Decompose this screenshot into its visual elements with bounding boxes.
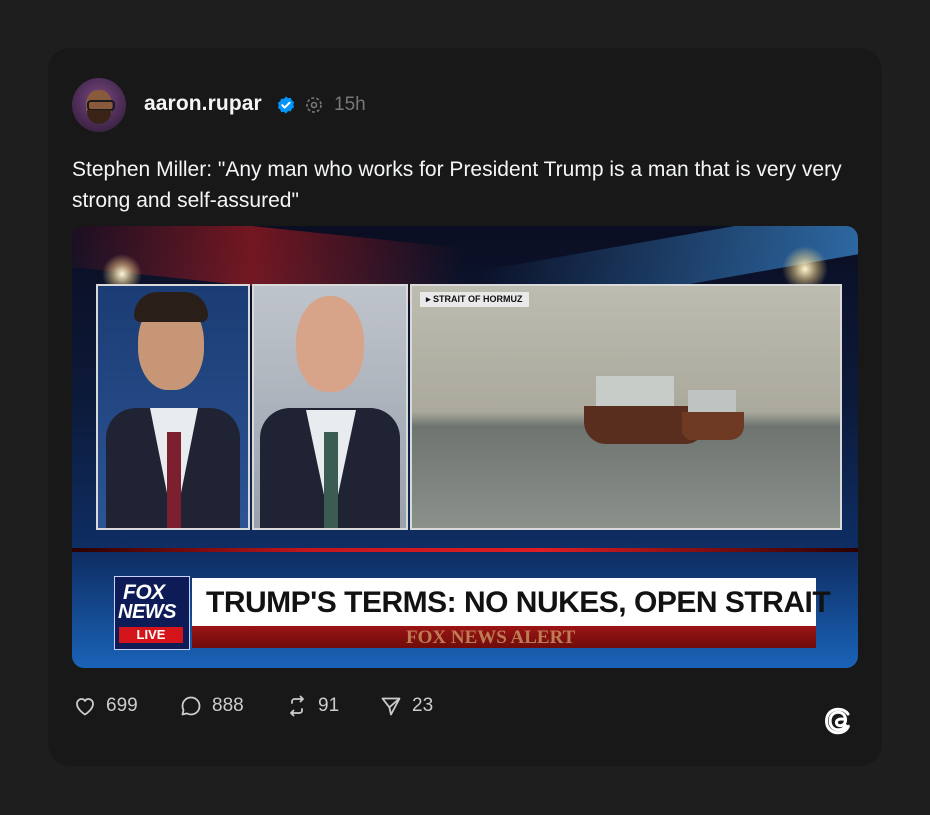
- host-tie: [167, 432, 181, 528]
- video-panel-guest: [252, 284, 408, 530]
- guest-head: [296, 296, 364, 392]
- repost-icon: [290, 695, 304, 717]
- reply-count: 888: [212, 695, 244, 716]
- host-hair: [134, 292, 208, 322]
- video-panel-host: [96, 284, 250, 530]
- alert-ticker-text: FOX NEWS ALERT: [406, 627, 576, 648]
- share-count: 23: [412, 695, 434, 716]
- username[interactable]: aaron.rupar: [144, 92, 262, 116]
- live-badge: LIVE: [119, 627, 183, 643]
- post-card[interactable]: aaron.rupar 15h Stephen Miller: "Any man…: [48, 48, 882, 766]
- chyron-headline: TRUMP'S TERMS: NO NUKES, OPEN STRAIT: [192, 578, 831, 626]
- threads-logo-icon[interactable]: [818, 701, 858, 741]
- ship-hull: [682, 412, 744, 440]
- comment-icon: [181, 696, 201, 716]
- share-button[interactable]: 23: [378, 692, 433, 720]
- location-tag: ▸ STRAIT OF HORMUZ: [420, 292, 529, 307]
- post-media-image[interactable]: ▸ STRAIT OF HORMUZ FOX NEWS LIVE TRUMP'S…: [72, 226, 858, 668]
- guest-tie: [324, 432, 338, 528]
- avatar[interactable]: [72, 78, 126, 132]
- alert-ticker: FOX NEWS ALERT: [192, 626, 816, 648]
- avatar-beard: [87, 110, 111, 124]
- send-icon: [381, 697, 401, 716]
- broadcast-stripe: [72, 548, 858, 552]
- repost-count: 91: [318, 695, 340, 716]
- like-button[interactable]: 699: [72, 692, 138, 720]
- fox-news-logo: FOX NEWS LIVE: [114, 576, 190, 650]
- headline-text: TRUMP'S TERMS: NO NUKES, OPEN STRAIT: [206, 586, 831, 619]
- post-timestamp: 15h: [334, 94, 366, 115]
- ship-cabin: [596, 376, 674, 408]
- post-text: Stephen Miller: "Any man who works for P…: [72, 158, 842, 212]
- repost-button[interactable]: 91: [284, 692, 339, 720]
- ship-cabin: [688, 390, 736, 414]
- reply-button[interactable]: 888: [178, 692, 244, 720]
- video-panel-strait: ▸ STRAIT OF HORMUZ: [410, 284, 842, 530]
- verified-badge-icon: [277, 96, 295, 114]
- network-name-line2: NEWS: [118, 601, 177, 623]
- heart-icon: [76, 698, 94, 716]
- like-count: 699: [106, 695, 138, 716]
- repost-indicator-icon: [306, 97, 322, 113]
